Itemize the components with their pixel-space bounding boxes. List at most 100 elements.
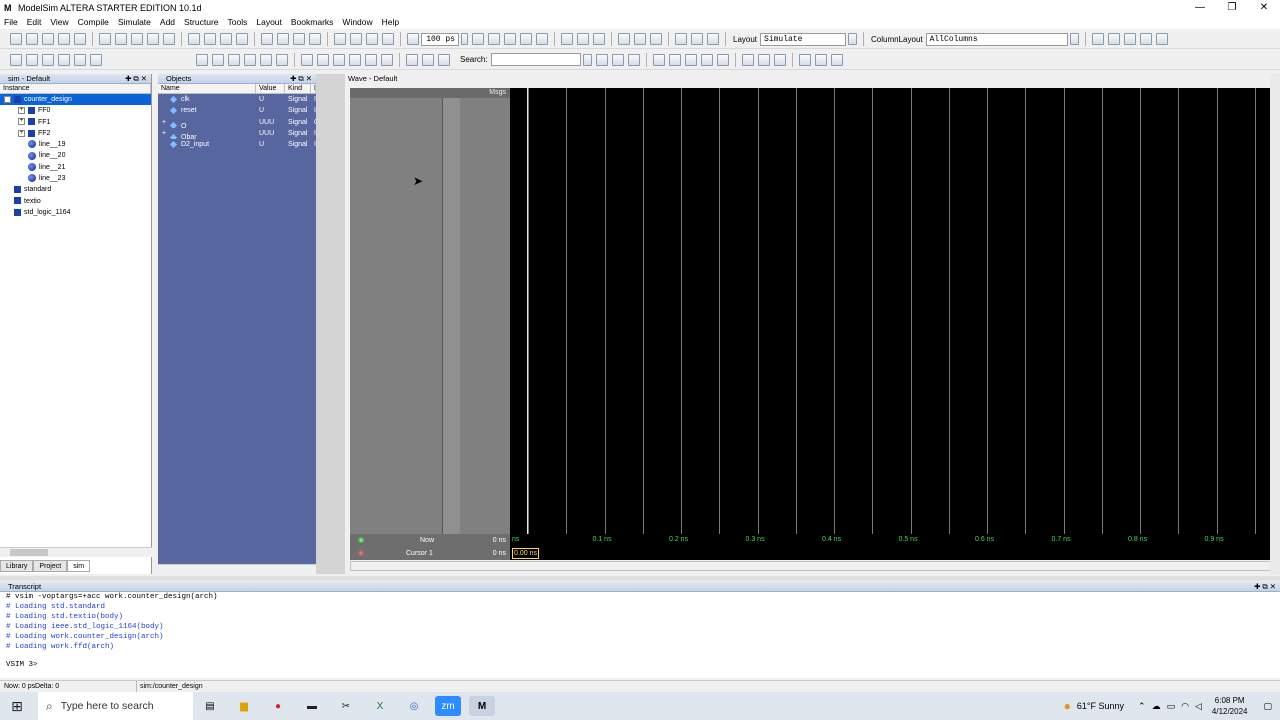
step-forward-icon[interactable] <box>707 33 719 45</box>
tree-item[interactable]: line__19 <box>0 139 151 150</box>
format-edge-icon[interactable] <box>814 53 827 66</box>
wave-display[interactable] <box>510 88 1275 534</box>
cursor-mode-1-icon[interactable] <box>10 53 22 66</box>
open-folder-icon[interactable] <box>26 33 38 45</box>
pan-mode-icon[interactable] <box>228 53 240 66</box>
forward-arrow-icon[interactable] <box>382 33 394 45</box>
column-right-icon[interactable] <box>773 53 786 66</box>
collapse-icon[interactable] <box>422 53 434 66</box>
select-mode-icon[interactable] <box>196 53 208 66</box>
object-row[interactable]: D2_input U Signal I <box>158 139 316 150</box>
continue-run-icon[interactable] <box>488 33 500 45</box>
compile-icon[interactable] <box>188 33 200 45</box>
tab-library[interactable]: Library <box>0 560 34 572</box>
break-icon[interactable] <box>277 33 289 45</box>
layout-select[interactable]: Simulate <box>760 32 847 46</box>
transcript-controls-icon[interactable]: ✚⧉✕ <box>1254 582 1280 591</box>
copy-icon[interactable] <box>115 33 127 45</box>
wave-signal-names[interactable] <box>350 98 442 534</box>
step-back-icon[interactable] <box>691 33 703 45</box>
edge-browser-icon[interactable]: ◎ <box>401 696 427 716</box>
search-next-icon[interactable] <box>611 53 624 66</box>
cursor-1-marker[interactable]: 0.00 ns <box>512 548 539 559</box>
objects-horizontal-scrollbar[interactable] <box>158 564 316 574</box>
print-icon[interactable] <box>74 33 86 45</box>
minimize-button[interactable]: — <box>1184 2 1216 13</box>
cursor-mode-2-icon[interactable] <box>26 53 38 66</box>
tree-expander-icon[interactable]: + <box>18 106 25 114</box>
cursor-mode-5-icon[interactable] <box>74 53 86 66</box>
tree-item[interactable]: − counter_design <box>0 94 151 106</box>
wave-signal-values[interactable] <box>460 98 510 534</box>
search-prev-icon[interactable] <box>627 53 640 66</box>
memory-icon[interactable] <box>577 33 589 45</box>
prev-transition-icon[interactable] <box>333 53 345 66</box>
zoom-out-icon[interactable] <box>668 53 681 66</box>
tree-expander-icon[interactable]: − <box>4 95 11 103</box>
performance-icon[interactable] <box>561 33 573 45</box>
tree-item[interactable]: standard <box>0 184 151 195</box>
menu-compile[interactable]: Compile <box>78 17 109 27</box>
search-dropdown-chevron-icon[interactable] <box>582 53 592 66</box>
bus-split-icon[interactable] <box>438 53 450 66</box>
tree-item[interactable]: std_logic_1164 <box>0 207 151 218</box>
taskbar-search[interactable]: ⌕ Type here to search <box>38 692 193 720</box>
stop-simulation-icon[interactable] <box>309 33 321 45</box>
insert-cursor-icon[interactable] <box>301 53 313 66</box>
next-edge-icon[interactable] <box>381 53 393 66</box>
wave-add-icon[interactable] <box>334 33 346 45</box>
window-undock-icon[interactable] <box>1139 33 1152 45</box>
volume-icon[interactable]: ◁ <box>1195 701 1202 712</box>
paste-icon[interactable] <box>131 33 143 45</box>
break-run-icon[interactable] <box>520 33 532 45</box>
profile-icon[interactable] <box>593 33 605 45</box>
edit-mode-icon[interactable] <box>244 53 256 66</box>
tree-expander-icon[interactable]: + <box>18 129 25 137</box>
tab-project[interactable]: Project <box>33 560 68 572</box>
next-transition-icon[interactable] <box>349 53 361 66</box>
modelsim-m-icon[interactable] <box>236 33 248 45</box>
zoom-in-icon[interactable] <box>652 53 665 66</box>
tree-item[interactable]: textio <box>0 196 151 207</box>
menu-edit[interactable]: Edit <box>27 17 42 27</box>
step-icon[interactable] <box>618 33 630 45</box>
capcut-icon[interactable]: ✂ <box>333 696 359 716</box>
tab-sim[interactable]: sim <box>67 560 91 572</box>
wave-mode-icon[interactable] <box>276 53 288 66</box>
column-left-icon[interactable] <box>741 53 754 66</box>
cursor-mode-4-icon[interactable] <box>58 53 70 66</box>
step-into-icon[interactable] <box>675 33 687 45</box>
menu-simulate[interactable]: Simulate <box>118 17 151 27</box>
window-tile-icon[interactable] <box>1091 33 1104 45</box>
restart-icon[interactable] <box>293 33 305 45</box>
zoom-cursor-icon[interactable] <box>700 53 713 66</box>
window-dock-icon[interactable] <box>1123 33 1136 45</box>
prev-edge-icon[interactable] <box>365 53 377 66</box>
weather-text[interactable]: 61°F Sunny <box>1077 701 1124 711</box>
run-length-spinner-icon[interactable] <box>461 33 468 45</box>
restart-sim-icon[interactable] <box>407 33 419 45</box>
back-arrow-icon[interactable] <box>366 33 378 45</box>
zoom-mode-icon[interactable] <box>212 53 224 66</box>
file-explorer-icon[interactable]: ▆ <box>231 696 257 716</box>
save-icon[interactable] <box>42 33 54 45</box>
terminal-icon[interactable]: ▬ <box>299 696 325 716</box>
search-input[interactable] <box>490 53 581 66</box>
menu-help[interactable]: Help <box>382 17 399 27</box>
stretch-mode-icon[interactable] <box>260 53 272 66</box>
modelsim-task-icon[interactable]: M <box>469 696 495 716</box>
window-cascade-icon[interactable] <box>1107 33 1120 45</box>
sim-horizontal-scrollbar[interactable] <box>0 547 152 557</box>
layout-dropdown-chevron-icon[interactable] <box>848 33 858 45</box>
eraser-icon[interactable] <box>90 53 102 66</box>
tree-item[interactable]: line__20 <box>0 150 151 161</box>
undo-icon[interactable] <box>147 33 159 45</box>
objects-pane-controls-icon[interactable]: ✚⧉✕ <box>290 74 316 83</box>
format-pulse-icon[interactable] <box>830 53 843 66</box>
pane-splitter[interactable] <box>316 74 345 574</box>
menu-file[interactable]: File <box>4 17 18 27</box>
object-row[interactable]: +QUUUSignalO <box>158 117 316 128</box>
menu-add[interactable]: Add <box>160 17 175 27</box>
windows-start-icon[interactable]: ⊞ <box>4 696 30 716</box>
objects-col-value[interactable]: Value <box>256 84 285 93</box>
